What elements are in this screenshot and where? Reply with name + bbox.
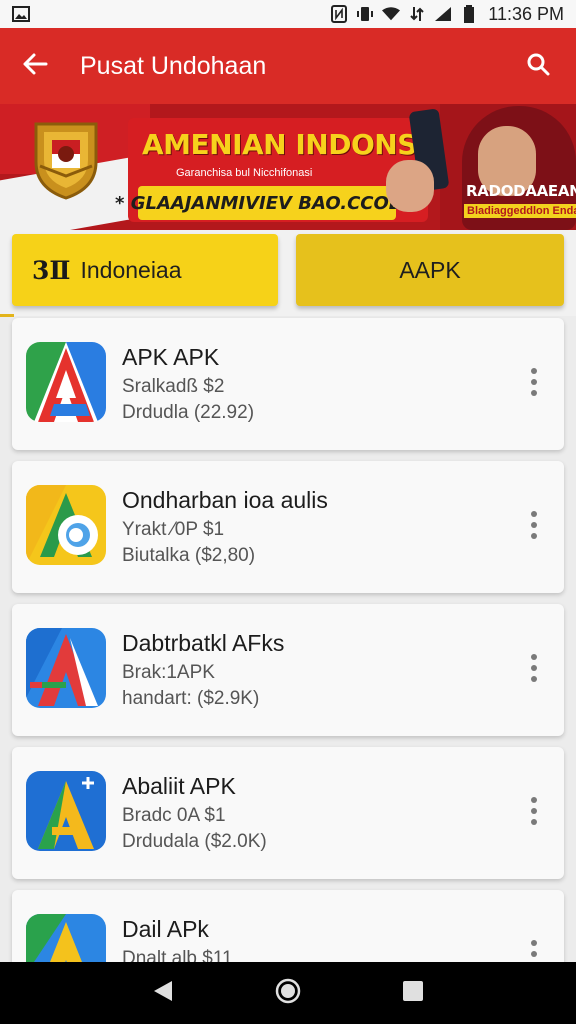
search-icon — [526, 52, 550, 81]
list-item[interactable]: APK APK Sralkadß $2 Drdudla (22.92) — [12, 318, 564, 450]
nav-back-button[interactable] — [133, 963, 193, 1023]
back-button[interactable] — [0, 28, 70, 104]
status-bar: 11:36 PM — [0, 0, 576, 28]
app-bar: Pusat Undohaan — [0, 28, 576, 104]
list-item[interactable]: Abaliit APK Bradc 0A $1 Drdudala ($2.0K) — [12, 747, 564, 879]
app-name: Dabtrbatkl AFks — [122, 630, 285, 656]
filter-apk-button[interactable]: AAPK — [296, 234, 564, 306]
more-options-button[interactable] — [514, 646, 554, 690]
apk-a-blue-icon — [26, 628, 106, 708]
battery-icon — [460, 5, 478, 23]
filter-bar: 3Ⅱ Indoneiaa AAPK — [0, 230, 576, 317]
home-icon — [274, 977, 302, 1010]
nfc-icon — [330, 5, 348, 23]
apk-a-yellow-icon — [26, 485, 106, 565]
app-name: Ondharban ioa aulis — [122, 487, 328, 513]
page-title: Pusat Undohaan — [80, 51, 267, 80]
banner-side-badge: Bladiaggeddlon Endaeaa — [464, 204, 576, 218]
app-price: Bradc 0A $1 — [122, 805, 226, 826]
system-nav-bar — [0, 962, 576, 1024]
app-name: Dail APk — [122, 916, 209, 942]
banner-promo-pill: * GLAAJANMIVIEV BAO.CCOB!) — [115, 186, 419, 220]
app-downloads: Biutalka ($2,80) — [122, 545, 256, 566]
filter-label: Indoneiaa — [80, 256, 182, 283]
wifi-icon — [382, 5, 401, 23]
apk-a-red-icon — [26, 342, 106, 422]
filter-label: AAPK — [399, 256, 461, 283]
banner-subtext: Garanchisa bul Nicchifonasi — [176, 167, 313, 179]
nav-recents-button[interactable] — [383, 963, 443, 1023]
list-item[interactable]: Dabtrbatkl AFks Brak:1APK handart: ($2.9… — [12, 604, 564, 736]
screen: 11:36 PM Pusat Undohaan AMENIAN INDONSAI… — [0, 0, 576, 1024]
app-name: APK APK — [122, 344, 220, 370]
clock: 11:36 PM — [488, 3, 564, 24]
app-downloads: Drdudla (22.92) — [122, 402, 255, 423]
app-downloads: handart: ($2.9K) — [122, 688, 260, 709]
more-options-button[interactable] — [514, 360, 554, 404]
app-price: Brak:1APK — [122, 662, 215, 683]
app-price: Sralkadß $2 — [122, 376, 225, 397]
filter-underline — [0, 314, 14, 317]
data-icon — [408, 5, 426, 23]
back-icon — [152, 979, 174, 1008]
app-name: Abaliit APK — [122, 773, 236, 799]
list-item[interactable]: Ondharban ioa aulis Yrakt ⁄0P $1 Biutalk… — [12, 461, 564, 593]
app-downloads: Drdudala ($2.0K) — [122, 831, 267, 852]
vibrate-icon — [356, 5, 374, 23]
nav-home-button[interactable] — [258, 963, 318, 1023]
image-icon — [12, 5, 30, 23]
filter-indonesia-button[interactable]: 3Ⅱ Indoneiaa — [12, 234, 278, 306]
person-hand — [386, 160, 434, 212]
search-button[interactable] — [500, 28, 576, 104]
filter-glyph: 3Ⅱ — [32, 255, 71, 285]
app-price: Yrakt ⁄0P $1 — [122, 519, 225, 540]
promo-banner[interactable]: AMENIAN INDONSAIA Garanchisa bul Nicchif… — [0, 104, 576, 230]
apk-a-plus-icon — [26, 771, 106, 851]
garuda-emblem-icon — [30, 116, 102, 200]
arrow-left-icon — [22, 52, 48, 81]
signal-icon — [434, 5, 452, 23]
more-options-button[interactable] — [514, 503, 554, 547]
more-options-button[interactable] — [514, 789, 554, 833]
banner-side-title: RADODAAEAN — [466, 182, 576, 200]
recents-icon — [402, 980, 424, 1007]
